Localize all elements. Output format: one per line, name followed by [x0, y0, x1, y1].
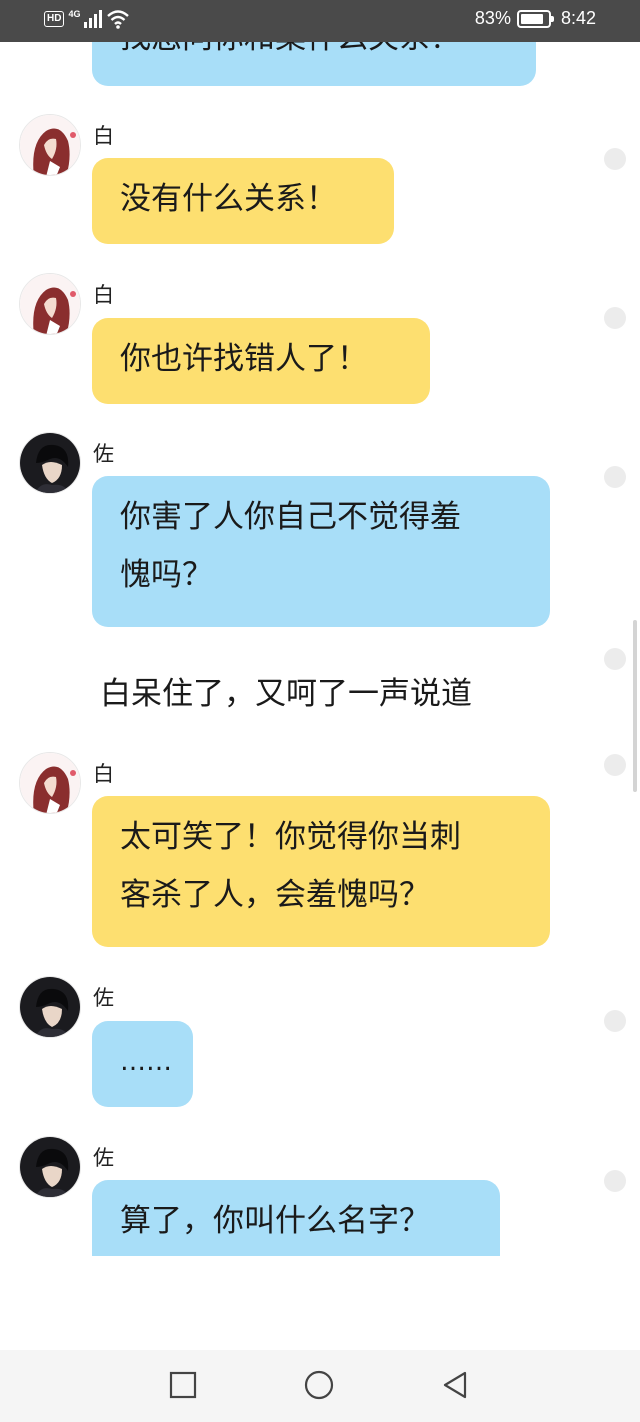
sender-name: 佐: [93, 986, 114, 1010]
avatar-bai[interactable]: [19, 273, 81, 335]
status-bar: HD 4G 83% 8:42: [0, 0, 640, 42]
hd-badge: HD: [44, 11, 65, 27]
navigation-bar: [0, 1350, 640, 1422]
sender-name: 白: [93, 124, 114, 148]
message-bubble[interactable]: 找您问你和案什么关系？: [92, 42, 536, 86]
battery-fill: [520, 13, 543, 24]
message-status-dot[interactable]: [604, 648, 626, 670]
wifi-icon: [107, 10, 130, 29]
status-left-group: HD 4G: [44, 9, 130, 29]
scrollbar[interactable]: [633, 620, 637, 792]
avatar-zuo[interactable]: [19, 1136, 81, 1198]
avatar-zuo[interactable]: [19, 976, 81, 1038]
back-button[interactable]: [440, 1370, 470, 1400]
battery-percent: 83%: [474, 8, 511, 28]
recent-apps-button[interactable]: [168, 1370, 198, 1400]
message-status-dot[interactable]: [604, 1010, 626, 1032]
sender-name: 白: [93, 762, 114, 786]
avatar-bai[interactable]: [19, 114, 81, 176]
narration-text: 白呆住了，又呵了一声说道: [100, 676, 472, 712]
sender-name: 佐: [93, 1146, 114, 1170]
message-bubble[interactable]: 算了，你叫什么名字？: [92, 1180, 500, 1256]
message-text: ……: [120, 1047, 172, 1077]
message-text: 找您问你和案什么关系？: [120, 42, 461, 56]
message-bubble[interactable]: ……: [92, 1021, 193, 1107]
message-bubble[interactable]: 你也许找错人了！: [92, 318, 430, 404]
message-status-dot[interactable]: [604, 1170, 626, 1192]
chat-area[interactable]: 找您问你和案什么关系？ 白 没有什么关系！: [0, 42, 640, 1256]
avatar-bai[interactable]: [19, 752, 81, 814]
message-text-line: 客杀了人，会羞愧吗？: [120, 877, 430, 913]
status-right-group: 83% 8:42: [475, 8, 596, 29]
message-status-dot[interactable]: [604, 307, 626, 329]
home-button[interactable]: [304, 1370, 334, 1400]
message-status-dot[interactable]: [604, 148, 626, 170]
message-status-dot[interactable]: [604, 754, 626, 776]
message-text-line: 你害了人你自己不觉得羞: [120, 499, 461, 535]
message-bubble[interactable]: 没有什么关系！: [92, 158, 394, 244]
signal-icon: [84, 10, 103, 28]
battery-icon: [516, 9, 554, 28]
network-type-label: 4G: [68, 9, 81, 19]
message-bubble[interactable]: 太可笑了！你觉得你当刺 客杀了人，会羞愧吗？: [92, 796, 550, 947]
message-text-line: 太可笑了！你觉得你当刺: [120, 819, 461, 855]
message-bubble[interactable]: 你害了人你自己不觉得羞 愧吗？: [92, 476, 550, 627]
sender-name: 佐: [93, 442, 114, 466]
avatar-zuo[interactable]: [19, 432, 81, 494]
message-text: 没有什么关系！: [120, 181, 337, 217]
message-text: 你也许找错人了！: [120, 341, 368, 377]
sender-name: 白: [93, 283, 114, 307]
message-text-line: 愧吗？: [120, 557, 213, 593]
message-text: 算了，你叫什么名字？: [120, 1203, 430, 1239]
status-time: 8:42: [560, 8, 596, 28]
message-status-dot[interactable]: [604, 466, 626, 488]
